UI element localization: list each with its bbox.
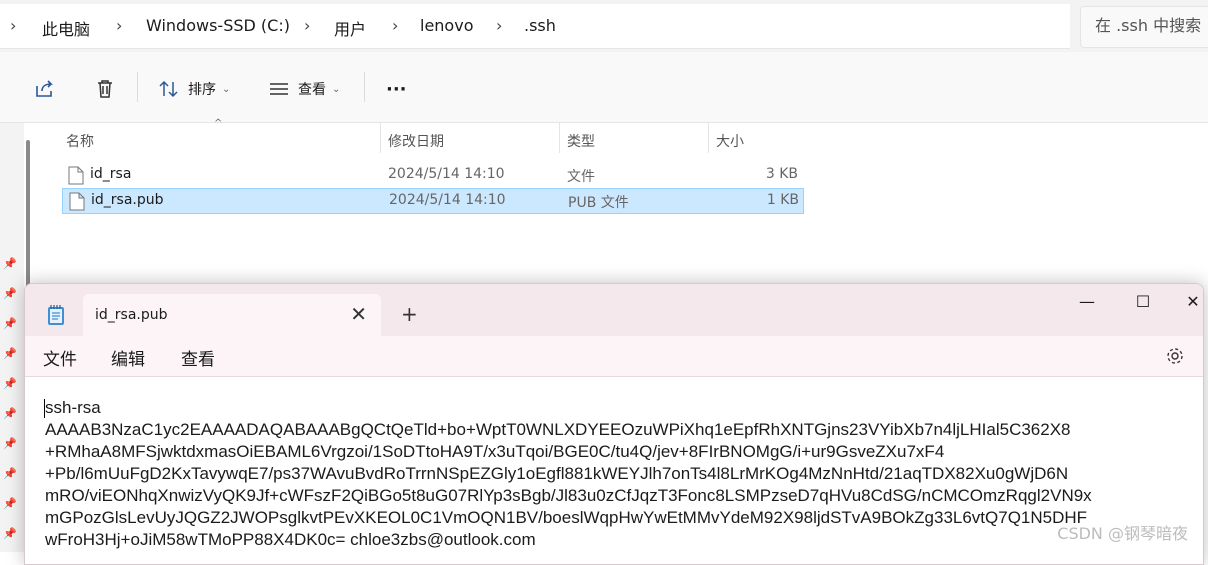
breadcrumb-lenovo[interactable]: lenovo: [420, 16, 473, 35]
editor-line: ssh-rsa: [45, 398, 101, 417]
pin-icon: 📌: [3, 437, 17, 450]
column-divider[interactable]: [380, 123, 381, 153]
text-editor[interactable]: ssh-rsa AAAAB3NzaC1yc2EAAAADAQABAAABgQCtQ…: [25, 377, 1203, 564]
more-options-button[interactable]: ···: [386, 72, 407, 106]
pin-icon: 📌: [3, 287, 17, 300]
toolbar-divider: [137, 72, 138, 102]
notepad-window: id_rsa.pub ✕ + — ☐ ✕ 文件 编辑 查看 ssh-rsa AAA…: [24, 283, 1204, 565]
pin-icon: 📌: [3, 377, 17, 390]
file-type: 文件: [567, 169, 595, 185]
notepad-menubar: 文件 编辑 查看: [25, 336, 1203, 377]
editor-line: +Pb/l6mUuFgD2KxTavywqE7/ps37WAvuBvdRoTrr…: [45, 464, 1069, 483]
command-bar: 排序 ⌄ 查看 ⌄ ···: [0, 52, 1208, 123]
pin-icon: 📌: [3, 527, 17, 540]
pin-icon: 📌: [3, 347, 17, 360]
menu-view[interactable]: 查看: [181, 345, 215, 370]
file-size: 1 KB: [766, 192, 799, 208]
notepad-app-icon: [47, 304, 65, 330]
pin-icon: 📌: [3, 497, 17, 510]
file-name: id_rsa: [90, 166, 132, 182]
column-header-date[interactable]: 修改日期: [388, 131, 444, 159]
pin-icon: 📌: [3, 407, 17, 420]
pin-icon: 📌: [3, 317, 17, 330]
chevron-right-icon[interactable]: ›: [10, 16, 16, 35]
nav-scrollbar[interactable]: [26, 140, 30, 290]
share-icon: [34, 78, 56, 100]
file-date: 2024/5/14 14:10: [389, 192, 506, 208]
sort-label: 排序: [188, 82, 216, 98]
new-tab-button[interactable]: +: [401, 302, 418, 326]
search-input[interactable]: [1095, 16, 1208, 35]
breadcrumb[interactable]: › 此电脑 › Windows-SSD (C:) › 用户 › lenovo ›…: [0, 4, 1070, 49]
search-box[interactable]: [1080, 6, 1208, 48]
tab-id-rsa-pub[interactable]: id_rsa.pub ✕: [83, 294, 381, 336]
editor-line: +RMhaA8MFSjwktdxmasOiEBAML6Vrgzoi/1SoDTt…: [45, 442, 945, 461]
column-header-name[interactable]: 名称: [66, 131, 94, 159]
chevron-down-icon: ⌄: [332, 83, 341, 95]
sort-indicator-icon: ^: [214, 118, 223, 129]
chevron-right-icon[interactable]: ›: [496, 16, 502, 35]
editor-line: mRO/viEONhqXnwizVyQK9Jf+cWFszF2QiBGo5t8u…: [45, 486, 1092, 505]
delete-button[interactable]: [94, 72, 116, 106]
file-row-id-rsa-pub[interactable]: id_rsa.pub 2024/5/14 14:10 PUB 文件 1 KB: [62, 188, 804, 214]
chevron-right-icon[interactable]: ›: [304, 16, 310, 35]
column-header-size[interactable]: 大小: [716, 131, 744, 159]
trash-icon: [94, 78, 116, 100]
view-list-icon: [268, 78, 290, 100]
sort-icon: [158, 78, 180, 100]
menu-edit[interactable]: 编辑: [111, 345, 145, 370]
breadcrumb-this-pc[interactable]: 此电脑: [42, 16, 90, 40]
file-icon: [68, 166, 84, 189]
tab-title: id_rsa.pub: [95, 307, 168, 323]
view-button[interactable]: 查看 ⌄: [268, 72, 340, 106]
share-button[interactable]: [34, 72, 56, 106]
column-divider[interactable]: [559, 123, 560, 153]
close-tab-icon[interactable]: ✕: [350, 302, 367, 326]
watermark: CSDN @钢琴暗夜: [1057, 524, 1188, 543]
view-label: 查看: [298, 82, 326, 98]
notepad-titlebar[interactable]: id_rsa.pub ✕ + — ☐ ✕: [25, 284, 1203, 336]
file-row-id-rsa[interactable]: id_rsa 2024/5/14 14:10 文件 3 KB: [62, 163, 802, 187]
maximize-button[interactable]: ☐: [1123, 292, 1163, 311]
navigation-pane[interactable]: 📌 📌 📌 📌 📌 📌 📌 📌 📌 📌: [0, 123, 24, 552]
file-size: 3 KB: [765, 166, 798, 182]
column-divider[interactable]: [708, 123, 709, 153]
toolbar-divider: [364, 72, 365, 102]
pin-icon: 📌: [3, 257, 17, 270]
minimize-button[interactable]: —: [1067, 292, 1107, 311]
editor-line: AAAAB3NzaC1yc2EAAAADAQABAAABgQCtQeTld+bo…: [45, 420, 1071, 439]
gear-icon[interactable]: [1165, 346, 1185, 370]
pin-icon: 📌: [3, 467, 17, 480]
file-name: id_rsa.pub: [91, 192, 164, 208]
chevron-right-icon[interactable]: ›: [392, 16, 398, 35]
chevron-down-icon: ⌄: [222, 83, 231, 95]
editor-content[interactable]: ssh-rsa AAAAB3NzaC1yc2EAAAADAQABAAABgQCtQ…: [45, 397, 1195, 551]
sort-button[interactable]: 排序 ⌄: [158, 72, 230, 106]
editor-line: mGPozGlsLevUyJQGZ2JWOPsglkvtPEvXKEOL0C1V…: [45, 508, 1088, 527]
file-date: 2024/5/14 14:10: [388, 166, 505, 182]
breadcrumb-drive-c[interactable]: Windows-SSD (C:): [146, 16, 290, 35]
close-window-button[interactable]: ✕: [1173, 292, 1203, 311]
breadcrumb-ssh[interactable]: .ssh: [524, 16, 556, 35]
chevron-right-icon[interactable]: ›: [116, 16, 122, 35]
menu-file[interactable]: 文件: [43, 345, 77, 370]
address-row: › 此电脑 › Windows-SSD (C:) › 用户 › lenovo ›…: [0, 0, 1208, 52]
editor-line: wFroH3Hj+oJiM58wTMoPP88X4DK0c= chloe3zbs…: [45, 530, 536, 549]
breadcrumb-users[interactable]: 用户: [334, 16, 366, 40]
column-header-type[interactable]: 类型: [567, 131, 595, 159]
file-type: PUB 文件: [568, 195, 629, 211]
file-icon: [69, 192, 85, 215]
